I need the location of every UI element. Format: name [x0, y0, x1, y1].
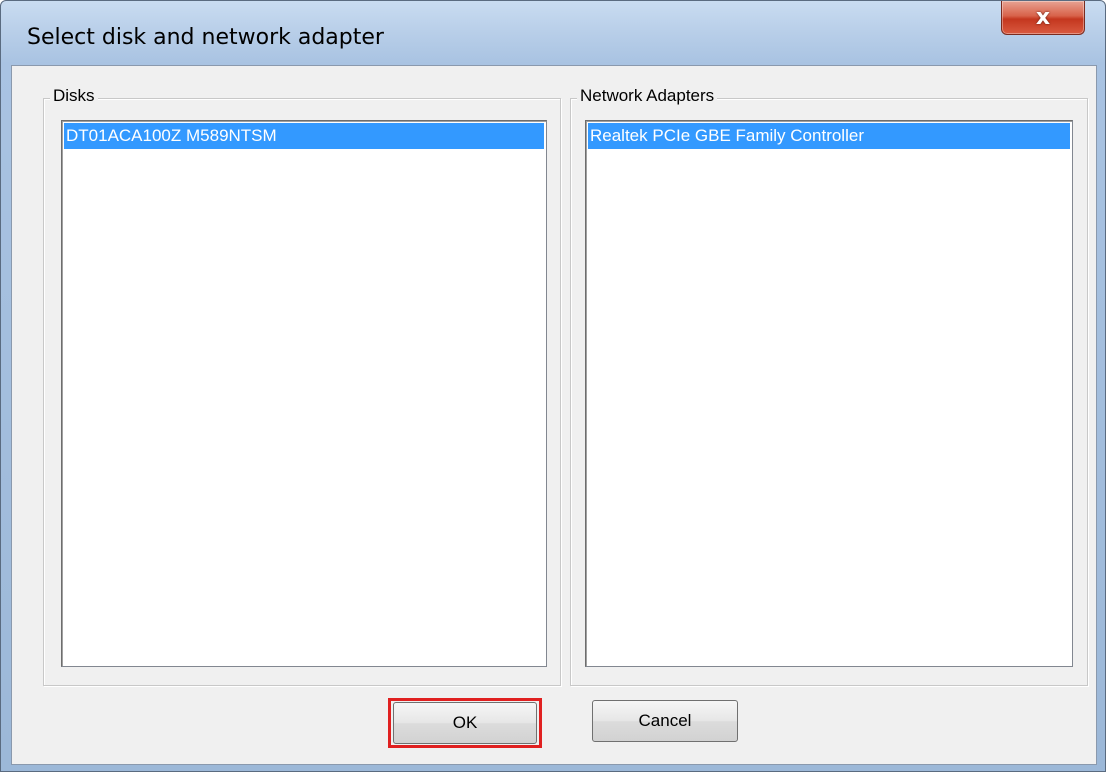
ok-button[interactable]: OK	[393, 702, 537, 744]
disks-group-label: Disks	[50, 86, 98, 106]
network-adapters-listbox[interactable]: Realtek PCIe GBE Family Controller	[585, 120, 1073, 667]
dialog-window: Select disk and network adapter x Disks …	[0, 0, 1106, 772]
network-adapters-group-label: Network Adapters	[577, 86, 718, 106]
title-bar[interactable]: Select disk and network adapter x	[1, 1, 1105, 65]
network-adapters-groupbox: Network Adapters Realtek PCIe GBE Family…	[570, 86, 1088, 686]
network-adapter-list-item[interactable]: Realtek PCIe GBE Family Controller	[588, 123, 1070, 149]
disk-list-item[interactable]: DT01ACA100Z M589NTSM	[64, 123, 544, 149]
close-button[interactable]: x	[1001, 1, 1085, 35]
disks-groupbox: Disks DT01ACA100Z M589NTSM	[43, 86, 561, 686]
disks-listbox[interactable]: DT01ACA100Z M589NTSM	[61, 120, 547, 667]
dialog-client-area: Disks DT01ACA100Z M589NTSM Network Adapt…	[11, 65, 1097, 765]
window-title: Select disk and network adapter	[27, 25, 384, 50]
close-icon: x	[1035, 4, 1051, 30]
cancel-button[interactable]: Cancel	[592, 700, 738, 742]
